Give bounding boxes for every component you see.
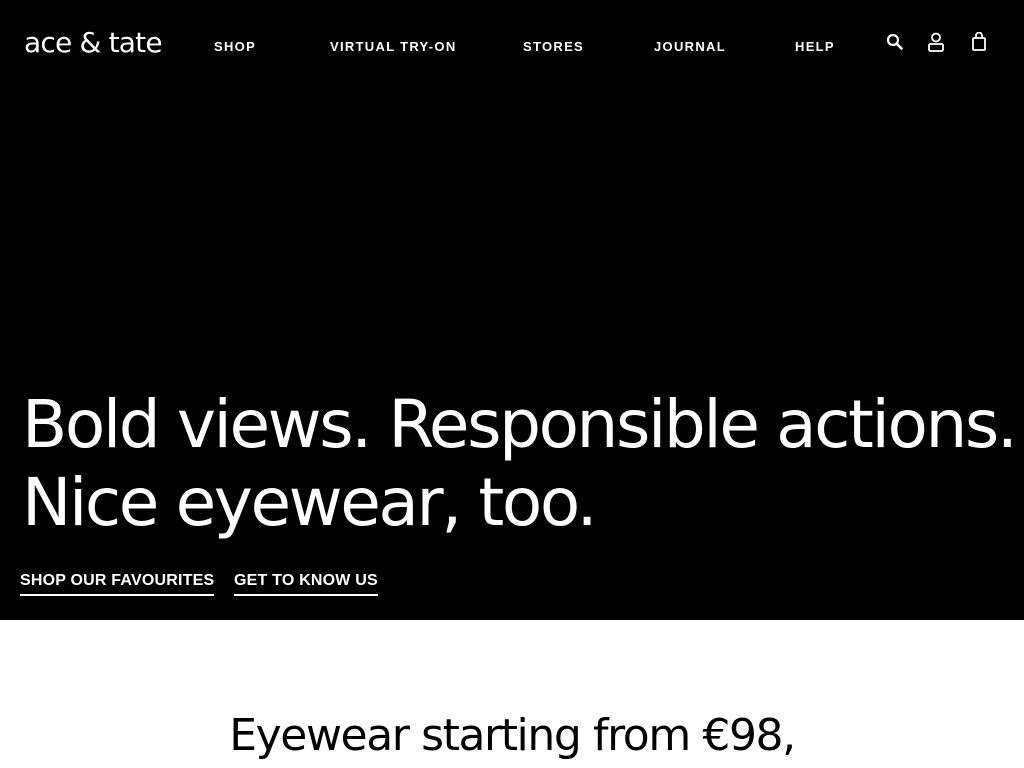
nav-journal[interactable]: JOURNAL xyxy=(654,40,726,54)
nav-help[interactable]: HELP xyxy=(795,40,835,54)
nav-virtual-try-on[interactable]: VIRTUAL TRY-ON xyxy=(330,40,457,54)
hero-headline-line-1: Bold views. Responsible actions. xyxy=(22,386,1018,463)
shopping-bag-icon xyxy=(972,32,986,51)
nav-shop[interactable]: SHOP xyxy=(214,40,256,54)
account-icon xyxy=(928,32,944,52)
nav-stores[interactable]: STORES xyxy=(523,40,584,54)
hero-headline-line-2: Nice eyewear, too. xyxy=(22,464,598,541)
account-button[interactable] xyxy=(924,30,948,54)
hero-headline: Bold views. Responsible actions. Nice ey… xyxy=(22,386,1018,542)
search-icon xyxy=(886,33,903,50)
ace-and-tate-logo[interactable]: ace & tate xyxy=(24,27,163,59)
pricing-promo-text: Eyewear starting from €98, xyxy=(229,710,796,761)
site-header: ace & tate SHOP VIRTUAL TRY-ON STORES JO… xyxy=(0,0,1024,88)
shop-our-favourites-link[interactable]: SHOP OUR FAVOURITES xyxy=(20,572,215,596)
hero-section: ace & tate SHOP VIRTUAL TRY-ON STORES JO… xyxy=(0,0,1024,620)
get-to-know-us-link[interactable]: GET TO KNOW US xyxy=(234,572,378,596)
search-button[interactable] xyxy=(883,30,907,54)
shopping-bag-button[interactable] xyxy=(967,30,991,54)
